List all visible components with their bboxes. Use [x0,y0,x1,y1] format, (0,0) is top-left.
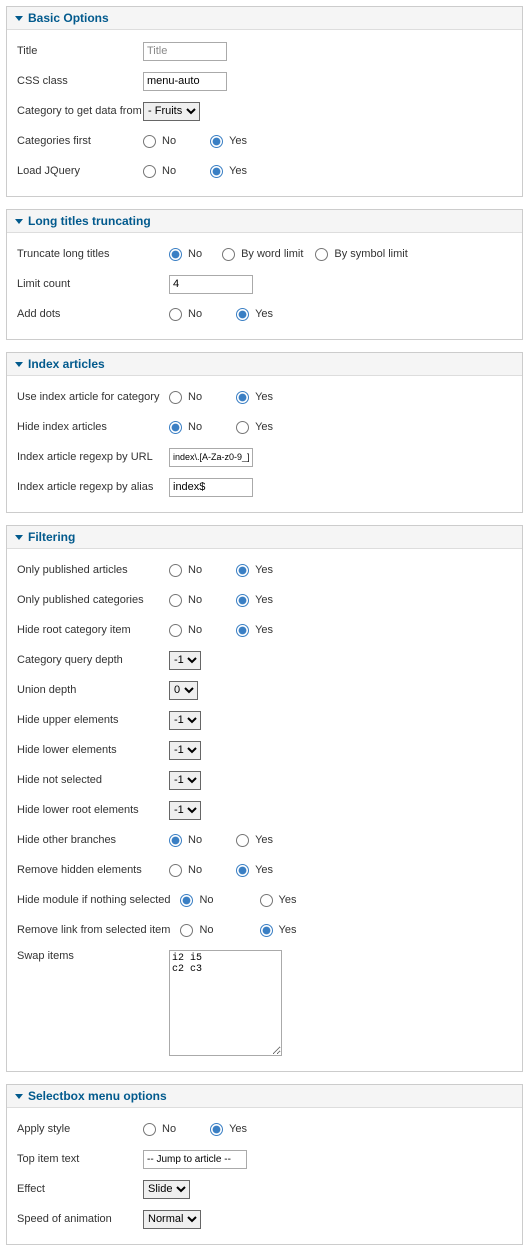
label-effect: Effect [17,1183,143,1195]
title-input[interactable] [143,42,227,61]
panel-title: Selectbox menu options [28,1089,167,1103]
swap-items-textarea[interactable] [169,950,282,1056]
add-dots-no[interactable] [169,308,182,321]
panel-title: Long titles truncating [28,214,151,228]
top-item-input[interactable] [143,1150,247,1169]
label-remove-hidden: Remove hidden elements [17,864,169,876]
label-remove-link: Remove link from selected item [17,924,176,936]
truncate-word[interactable] [222,248,235,261]
label-speed: Speed of animation [17,1213,143,1225]
panel-basic-options: Basic Options Title CSS class Category t… [6,6,523,197]
categories-first-yes[interactable] [210,135,223,148]
hide-index-yes[interactable] [236,421,249,434]
panel-title: Filtering [28,530,75,544]
hide-module-no[interactable] [180,894,193,907]
limit-count-input[interactable] [169,275,253,294]
truncate-no[interactable] [169,248,182,261]
hide-upper-select[interactable]: -1 [169,711,201,730]
label-regexp-url: Index article regexp by URL [17,451,169,463]
label-apply-style: Apply style [17,1123,143,1135]
label-union-depth: Union depth [17,684,169,696]
pub-articles-no[interactable] [169,564,182,577]
pub-categories-yes[interactable] [236,594,249,607]
use-index-yes[interactable] [236,391,249,404]
remove-link-no[interactable] [180,924,193,937]
label-hide-upper: Hide upper elements [17,714,169,726]
chevron-down-icon [15,1094,23,1099]
label-truncate: Truncate long titles [17,248,169,260]
pub-categories-no[interactable] [169,594,182,607]
panel-header-basic[interactable]: Basic Options [7,7,522,30]
label-swap-items: Swap items [17,950,169,962]
panel-header-index[interactable]: Index articles [7,353,522,376]
panel-header-filtering[interactable]: Filtering [7,526,522,549]
label-categories-first: Categories first [17,135,143,147]
panel-title: Index articles [28,357,105,371]
chevron-down-icon [15,535,23,540]
label-top-item: Top item text [17,1153,143,1165]
label-regexp-alias: Index article regexp by alias [17,481,169,493]
panel-header-selectbox[interactable]: Selectbox menu options [7,1085,522,1108]
panel-filtering: Filtering Only published articles No Yes… [6,525,523,1072]
hide-not-selected-select[interactable]: -1 [169,771,201,790]
label-css-class: CSS class [17,75,143,87]
panel-truncating: Long titles truncating Truncate long tit… [6,209,523,340]
query-depth-select[interactable]: -1 [169,651,201,670]
regexp-alias-input[interactable] [169,478,253,497]
label-load-jquery: Load JQuery [17,165,143,177]
regexp-url-input[interactable] [169,448,253,467]
remove-hidden-yes[interactable] [236,864,249,877]
hide-other-yes[interactable] [236,834,249,847]
label-category: Category to get data from [17,105,143,117]
truncate-symbol[interactable] [315,248,328,261]
hide-root-no[interactable] [169,624,182,637]
label-add-dots: Add dots [17,308,169,320]
speed-select[interactable]: Normal [143,1210,201,1229]
apply-style-yes[interactable] [210,1123,223,1136]
label-hide-root: Hide root category item [17,624,169,636]
label-hide-index: Hide index articles [17,421,169,433]
chevron-down-icon [15,219,23,224]
label-query-depth: Category query depth [17,654,169,666]
label-hide-lower: Hide lower elements [17,744,169,756]
panel-header-truncating[interactable]: Long titles truncating [7,210,522,233]
hide-root-yes[interactable] [236,624,249,637]
hide-module-yes[interactable] [260,894,273,907]
label-use-index: Use index article for category [17,391,169,403]
union-depth-select[interactable]: 0 [169,681,198,700]
chevron-down-icon [15,16,23,21]
label-hide-other: Hide other branches [17,834,169,846]
use-index-no[interactable] [169,391,182,404]
label-hide-not-selected: Hide not selected [17,774,169,786]
remove-link-yes[interactable] [260,924,273,937]
label-limit-count: Limit count [17,278,169,290]
effect-select[interactable]: Slide [143,1180,190,1199]
load-jquery-no[interactable] [143,165,156,178]
panel-title: Basic Options [28,11,109,25]
label-pub-categories: Only published categories [17,594,169,606]
remove-hidden-no[interactable] [169,864,182,877]
label-hide-lower-root: Hide lower root elements [17,804,169,816]
category-select[interactable]: - Fruits [143,102,200,121]
hide-lower-select[interactable]: -1 [169,741,201,760]
label-title: Title [17,45,143,57]
hide-index-no[interactable] [169,421,182,434]
panel-selectbox: Selectbox menu options Apply style No Ye… [6,1084,523,1245]
categories-first-no[interactable] [143,135,156,148]
hide-lower-root-select[interactable]: -1 [169,801,201,820]
hide-other-no[interactable] [169,834,182,847]
label-pub-articles: Only published articles [17,564,169,576]
chevron-down-icon [15,362,23,367]
load-jquery-yes[interactable] [210,165,223,178]
pub-articles-yes[interactable] [236,564,249,577]
add-dots-yes[interactable] [236,308,249,321]
panel-index-articles: Index articles Use index article for cat… [6,352,523,513]
css-class-input[interactable] [143,72,227,91]
label-hide-module: Hide module if nothing selected [17,894,176,906]
apply-style-no[interactable] [143,1123,156,1136]
